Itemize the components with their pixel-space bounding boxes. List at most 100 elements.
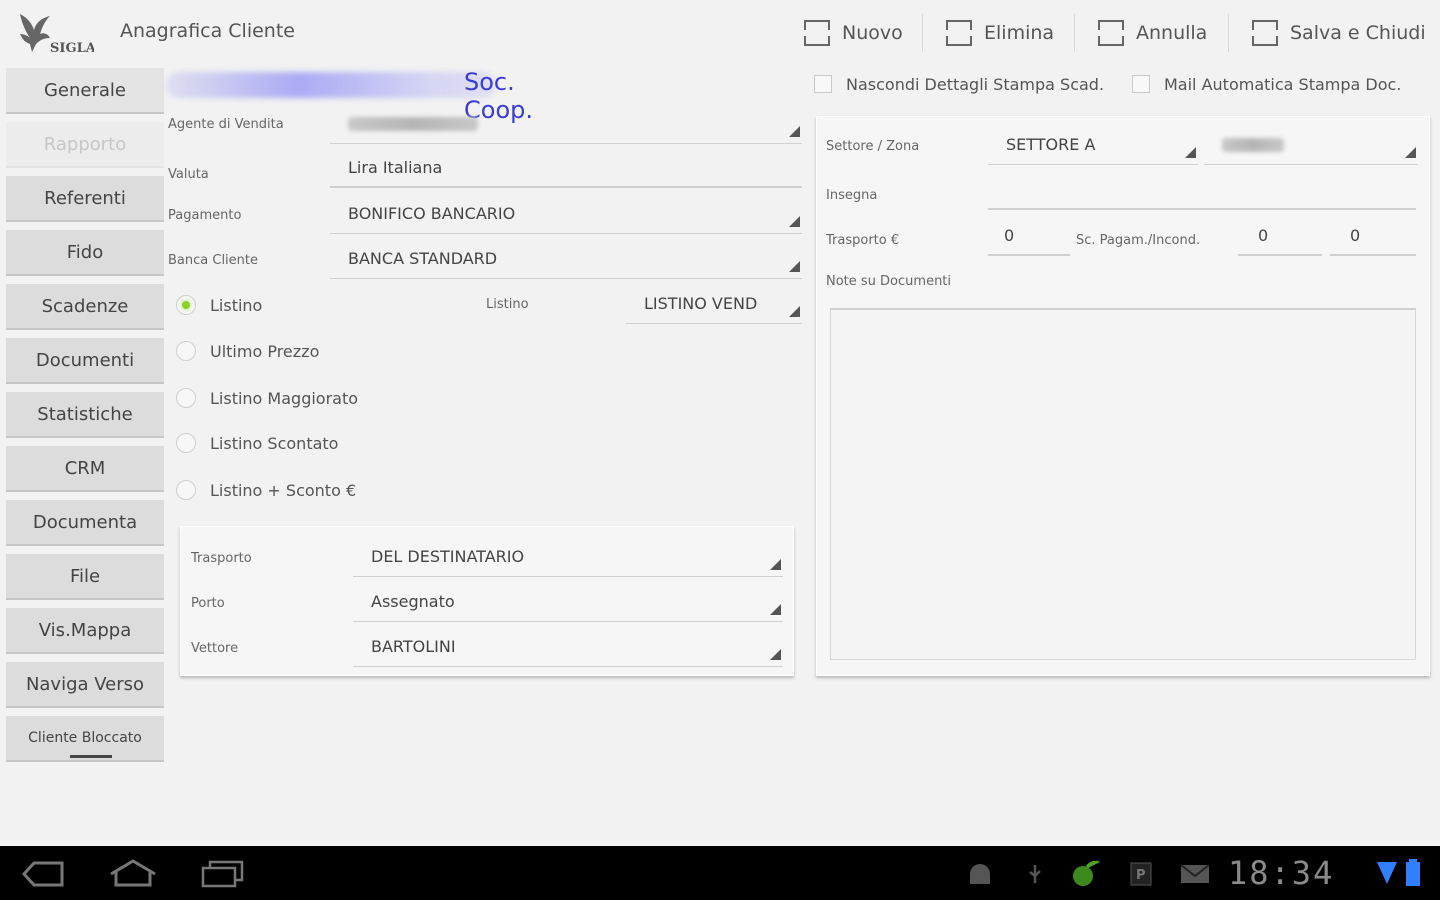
port-value: Assegnato: [371, 592, 455, 611]
cancel-label: Annulla: [1136, 22, 1208, 44]
price-list-value: LISTINO VEND: [644, 294, 758, 313]
sidebar-item-label: Documenta: [32, 511, 138, 533]
sidebar-item-fido[interactable]: Fido: [6, 230, 164, 276]
discount-value-1: 0: [1258, 226, 1269, 245]
battery-icon: [1406, 859, 1420, 886]
carrier-value: BARTOLINI: [371, 637, 456, 656]
sign-label: Insegna: [826, 188, 878, 203]
transport-cost-value: 0: [1004, 226, 1015, 245]
bank-select[interactable]: BANCA STANDARD: [330, 239, 802, 279]
discount-field-1[interactable]: 0: [1238, 216, 1322, 256]
price-list-select[interactable]: LISTINO VEND: [626, 284, 802, 324]
carrier-select[interactable]: BARTOLINI: [353, 627, 783, 667]
zone-select[interactable]: [1204, 125, 1418, 165]
hide-print-details-checkbox[interactable]: Nascondi Dettagli Stampa Scad.: [814, 72, 1104, 96]
currency-field[interactable]: Lira Italiana: [330, 148, 802, 188]
sector-select[interactable]: SETTORE A: [988, 125, 1198, 165]
action-bar: SIGLA Anagrafica Cliente Nuovo Elimina A…: [0, 0, 1440, 64]
sidebar-item-label: Statistiche: [37, 403, 133, 425]
radio-button: [176, 295, 196, 315]
svg-text:SIGLA: SIGLA: [50, 41, 94, 56]
sidebar-item-label: Referenti: [44, 187, 126, 209]
sidebar-item-statistiche[interactable]: Statistiche: [6, 392, 164, 438]
recent-apps-icon[interactable]: [200, 860, 246, 888]
radio-button: [176, 388, 196, 408]
sector-value: SETTORE A: [1006, 135, 1096, 154]
pricing-option-listino-sconto[interactable]: Listino + Sconto €: [176, 475, 356, 505]
app-notification-icon: [1073, 860, 1100, 886]
save-close-label: Salva e Chiudi: [1290, 22, 1426, 44]
pricing-option-listino-scontato[interactable]: Listino Scontato: [176, 428, 338, 458]
checkbox-box: [814, 75, 832, 93]
sidebar-item-rapporto[interactable]: Rapporto: [6, 122, 164, 168]
sidebar-item-referenti[interactable]: Referenti: [6, 176, 164, 222]
delete-icon: [946, 20, 972, 46]
new-button[interactable]: Nuovo: [804, 18, 903, 48]
auto-mail-checkbox[interactable]: Mail Automatica Stampa Doc.: [1132, 72, 1401, 96]
notes-textarea[interactable]: [830, 308, 1416, 660]
page-title: Anagrafica Cliente: [120, 20, 295, 42]
radio-button: [176, 433, 196, 453]
currency-label: Valuta: [168, 167, 209, 182]
port-select[interactable]: Assegnato: [353, 582, 783, 622]
shipping-panel: Trasporto DEL DESTINATARIO Porto Assegna…: [180, 526, 794, 676]
sidebar-item-cliente-bloccato[interactable]: Cliente Bloccato: [6, 716, 164, 762]
agent-select[interactable]: [330, 104, 802, 144]
sidebar-item-file[interactable]: File: [6, 554, 164, 600]
radio-label: Listino: [210, 295, 263, 315]
cancel-button[interactable]: Annulla: [1098, 18, 1207, 48]
sidebar-item-documenta[interactable]: Documenta: [6, 500, 164, 546]
back-icon[interactable]: [20, 860, 66, 888]
transport-value: DEL DESTINATARIO: [371, 547, 525, 566]
sidebar-item-label: Rapporto: [43, 133, 127, 155]
delete-label: Elimina: [984, 22, 1055, 44]
transport-select[interactable]: DEL DESTINATARIO: [353, 537, 783, 577]
payment-label: Pagamento: [168, 208, 242, 223]
checkbox-box: [1132, 75, 1150, 93]
transport-label: Trasporto: [191, 551, 252, 566]
delete-button[interactable]: Elimina: [946, 18, 1054, 48]
sidebar-item-generale[interactable]: Generale: [6, 68, 164, 114]
sector-label: Settore / Zona: [826, 139, 920, 154]
redacted-name: [166, 72, 496, 98]
save-icon: [1252, 20, 1278, 46]
home-icon[interactable]: [108, 858, 158, 888]
action-divider: [922, 14, 923, 52]
payment-select[interactable]: BONIFICO BANCARIO: [330, 194, 802, 234]
system-bar: P 18:34: [0, 846, 1440, 900]
toggle-indicator: [70, 755, 112, 758]
port-label: Porto: [191, 596, 225, 611]
notes-label: Note su Documenti: [826, 274, 952, 289]
bank-label: Banca Cliente: [168, 253, 259, 268]
sidebar-item-label: Naviga Verso: [25, 673, 145, 695]
sidebar-item-label: Documenti: [35, 349, 135, 371]
new-label: Nuovo: [842, 22, 903, 44]
sidebar-item-label: Scadenze: [41, 295, 129, 317]
agent-label: Agente di Vendita: [168, 117, 284, 132]
radio-button: [176, 480, 196, 500]
discount-value-2: 0: [1350, 226, 1361, 245]
sign-field[interactable]: [988, 170, 1416, 210]
sidebar-item-label: Cliente Bloccato: [28, 730, 142, 746]
radio-label: Ultimo Prezzo: [210, 341, 320, 361]
sidebar-item-vis-mappa[interactable]: Vis.Mappa: [6, 608, 164, 654]
pricing-option-listino[interactable]: Listino: [176, 290, 262, 320]
sidebar-item-naviga-verso[interactable]: Naviga Verso: [6, 662, 164, 708]
pricing-option-ultimo-prezzo[interactable]: Ultimo Prezzo: [176, 336, 319, 366]
carrier-label: Vettore: [191, 641, 239, 656]
sidebar-item-crm[interactable]: CRM: [6, 446, 164, 492]
mail-icon: [1180, 864, 1210, 883]
sidebar-item-label: Generale: [43, 79, 126, 101]
sidebar-item-scadenze[interactable]: Scadenze: [6, 284, 164, 330]
bank-value: BANCA STANDARD: [348, 249, 498, 268]
price-list-label: Listino: [486, 297, 529, 312]
sidebar-item-label: File: [69, 565, 101, 587]
save-close-button[interactable]: Salva e Chiudi: [1252, 18, 1426, 48]
sidebar-item-documenti[interactable]: Documenti: [6, 338, 164, 384]
discount-label: Sc. Pagam./Incond.: [1076, 233, 1201, 248]
transport-cost-field[interactable]: 0: [988, 216, 1070, 256]
discount-field-2[interactable]: 0: [1330, 216, 1416, 256]
client-name: Soc. Coop.: [166, 66, 546, 124]
radio-label: Listino Scontato: [210, 433, 339, 453]
pricing-option-listino-maggiorato[interactable]: Listino Maggiorato: [176, 383, 358, 413]
